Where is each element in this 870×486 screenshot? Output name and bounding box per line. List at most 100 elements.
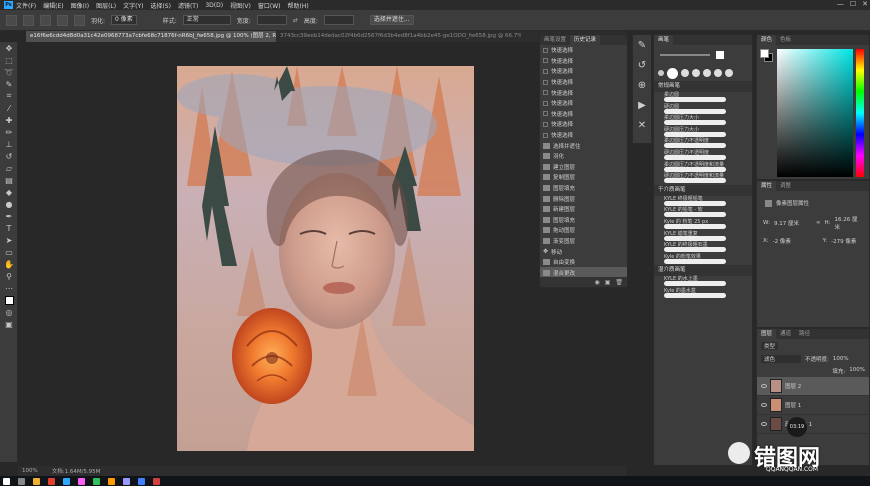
quick-mask-icon[interactable]: ◎ — [0, 306, 18, 318]
snapshot-camera-icon[interactable]: ◉ — [594, 279, 599, 286]
brush-preset[interactable]: Kyle 的粉笔效果 — [654, 254, 752, 266]
history-item[interactable]: ✥ 移动 — [540, 246, 627, 257]
select-and-mask-button[interactable]: 选择并遮住... — [369, 15, 414, 25]
history-item[interactable]: 快速选择 — [540, 87, 627, 98]
height-input[interactable] — [323, 15, 354, 25]
brush-tool-icon[interactable]: ✏ — [0, 126, 18, 138]
x-field[interactable]: -2 像素 — [773, 237, 819, 245]
screen-mode-icon[interactable]: ▣ — [0, 318, 18, 330]
brush-preset[interactable]: 柔边圆 — [654, 92, 752, 104]
history-item[interactable]: 建立图层 — [540, 162, 627, 173]
brush-preset[interactable]: KYLE 的铅笔 - 软 — [654, 207, 752, 219]
h-field[interactable]: 16.26 厘米 — [835, 215, 863, 231]
menu-select[interactable]: 选择(S) — [150, 1, 171, 10]
tab-other-document[interactable]: 3743cc39eeb14dedac02f4b6d2567f6d3b4ed8f1… — [276, 31, 521, 42]
swap-icon[interactable]: ⇄ — [293, 17, 298, 24]
menu-window[interactable]: 窗口(W) — [258, 1, 281, 10]
app-icon[interactable] — [138, 477, 145, 485]
document-canvas[interactable] — [177, 66, 474, 451]
layer-kind-filter[interactable]: 类型 — [761, 342, 779, 350]
eraser-tool-icon[interactable]: ▱ — [0, 162, 18, 174]
shape-tool-icon[interactable]: ▭ — [0, 246, 18, 258]
clone-source-icon[interactable]: ⊕ — [633, 75, 651, 95]
blur-tool-icon[interactable]: ◆ — [0, 186, 18, 198]
color-field[interactable] — [777, 49, 853, 177]
blend-mode-select[interactable]: 滤色 — [761, 355, 801, 363]
minimize-icon[interactable]: — — [837, 0, 844, 8]
visibility-eye-icon[interactable] — [761, 384, 767, 388]
tab-channels[interactable]: 通道 — [776, 329, 795, 339]
opacity-field[interactable]: 100% — [833, 356, 849, 362]
pen-tool-icon[interactable]: ✒ — [0, 210, 18, 222]
brush-group-header[interactable]: 常规画笔 — [654, 81, 752, 92]
brush-preset-icon[interactable] — [716, 51, 724, 59]
tab-paths[interactable]: 路径 — [795, 329, 814, 339]
new-document-icon[interactable]: ▣ — [605, 279, 611, 286]
eyedropper-tool-icon[interactable]: ⁄ — [0, 102, 18, 114]
tab-color[interactable]: 颜色 — [757, 35, 777, 45]
brush-group-header[interactable]: 湿介质画笔 — [654, 265, 752, 277]
brush-preset[interactable]: KYLE 蜡笔重复 — [654, 231, 752, 243]
brush-preset[interactable]: 硬边圆压力不透明度 — [654, 150, 752, 162]
hue-slider[interactable] — [856, 49, 864, 177]
history-item[interactable]: 自由变换 — [540, 257, 627, 268]
intersect-selection-icon[interactable] — [74, 14, 85, 26]
explorer-icon[interactable] — [33, 477, 40, 485]
recent-brush-icon[interactable] — [681, 69, 689, 77]
brush-size-slider[interactable] — [660, 54, 710, 56]
brush-settings-icon[interactable]: ✎ — [633, 35, 651, 55]
tab-swatches[interactable]: 色板 — [776, 35, 795, 45]
layer-name[interactable]: 图层 1 — [785, 401, 801, 409]
brush-preset[interactable]: Kyle 的墨水盒 — [654, 288, 752, 300]
subtract-selection-icon[interactable] — [57, 14, 68, 26]
menu-image[interactable]: 图像(I) — [71, 1, 89, 10]
app-icon[interactable] — [153, 477, 160, 485]
layer-name[interactable]: 图层 2 — [785, 382, 801, 390]
visibility-eye-icon[interactable] — [761, 403, 767, 407]
brush-preset[interactable]: 硬边圆 — [654, 104, 752, 116]
brush-preset[interactable]: KYLE 的水上墨 — [654, 276, 752, 288]
hand-tool-icon[interactable]: ✋ — [0, 258, 18, 270]
recent-brush-icon[interactable] — [667, 67, 678, 79]
tab-brushes[interactable]: 画笔 — [654, 35, 674, 45]
tool-presets-icon[interactable]: ✕ — [633, 115, 651, 135]
add-selection-icon[interactable] — [40, 14, 51, 26]
history-item[interactable]: 删除图层 — [540, 193, 627, 204]
history-item[interactable]: 图层填充 — [540, 215, 627, 226]
tab-adjustments[interactable]: 调整 — [776, 181, 795, 191]
brush-group-header[interactable]: 干介质画笔 — [654, 184, 752, 196]
brush-preset[interactable]: 硬边圆压力不透明度和流量 — [654, 173, 752, 185]
type-tool-icon[interactable]: T — [0, 222, 18, 234]
crop-tool-icon[interactable]: ⌗ — [0, 90, 18, 102]
close-window-icon[interactable]: ✕ — [862, 0, 868, 8]
history-brush-tool-icon[interactable]: ↺ — [0, 150, 18, 162]
healing-tool-icon[interactable]: ✚ — [0, 114, 18, 126]
dodge-tool-icon[interactable]: ● — [0, 198, 18, 210]
y-field[interactable]: -279 像素 — [831, 237, 856, 245]
actions-icon[interactable]: ▶ — [633, 95, 651, 115]
history-item[interactable]: 快速选择 — [540, 130, 627, 141]
brush-preset[interactable]: Kyle 的 粉笔 25 px — [654, 219, 752, 231]
brush-preset[interactable]: KYLE 的终极粗石墨 — [654, 242, 752, 254]
history-item[interactable]: 选择并遮住 — [540, 140, 627, 151]
history-item[interactable]: 羽化 — [540, 151, 627, 162]
trash-icon[interactable]: 🗑 — [615, 279, 623, 286]
feather-input[interactable]: 0 像素 — [111, 15, 137, 25]
menu-filter[interactable]: 滤镜(T) — [178, 1, 198, 10]
tab-layers[interactable]: 图层 — [757, 329, 777, 339]
tab-active-document[interactable]: e16f6e6cdd4d8d0a31c42e0968773a7cbfe68c71… — [26, 31, 276, 42]
marquee-tool-icon[interactable]: ⬚ — [0, 54, 18, 66]
lasso-tool-icon[interactable]: ➰ — [0, 66, 18, 78]
app-icon[interactable] — [123, 477, 130, 485]
quick-select-tool-icon[interactable]: ✎ — [0, 78, 18, 90]
menu-layer[interactable]: 图层(L) — [96, 1, 116, 10]
more-tools-icon[interactable]: ⋯ — [0, 282, 18, 294]
layer-row[interactable]: 图层 1 — [757, 396, 869, 415]
history-item[interactable]: 快速选择 — [540, 56, 627, 67]
new-selection-icon[interactable] — [23, 14, 34, 26]
recent-brush-icon[interactable] — [725, 69, 733, 77]
style-select[interactable]: 正常 — [182, 15, 231, 25]
fill-field[interactable]: 100% — [849, 367, 865, 375]
brush-preset[interactable]: KYLE 终极粗铅笔 — [654, 196, 752, 208]
gradient-tool-icon[interactable]: ▤ — [0, 174, 18, 186]
